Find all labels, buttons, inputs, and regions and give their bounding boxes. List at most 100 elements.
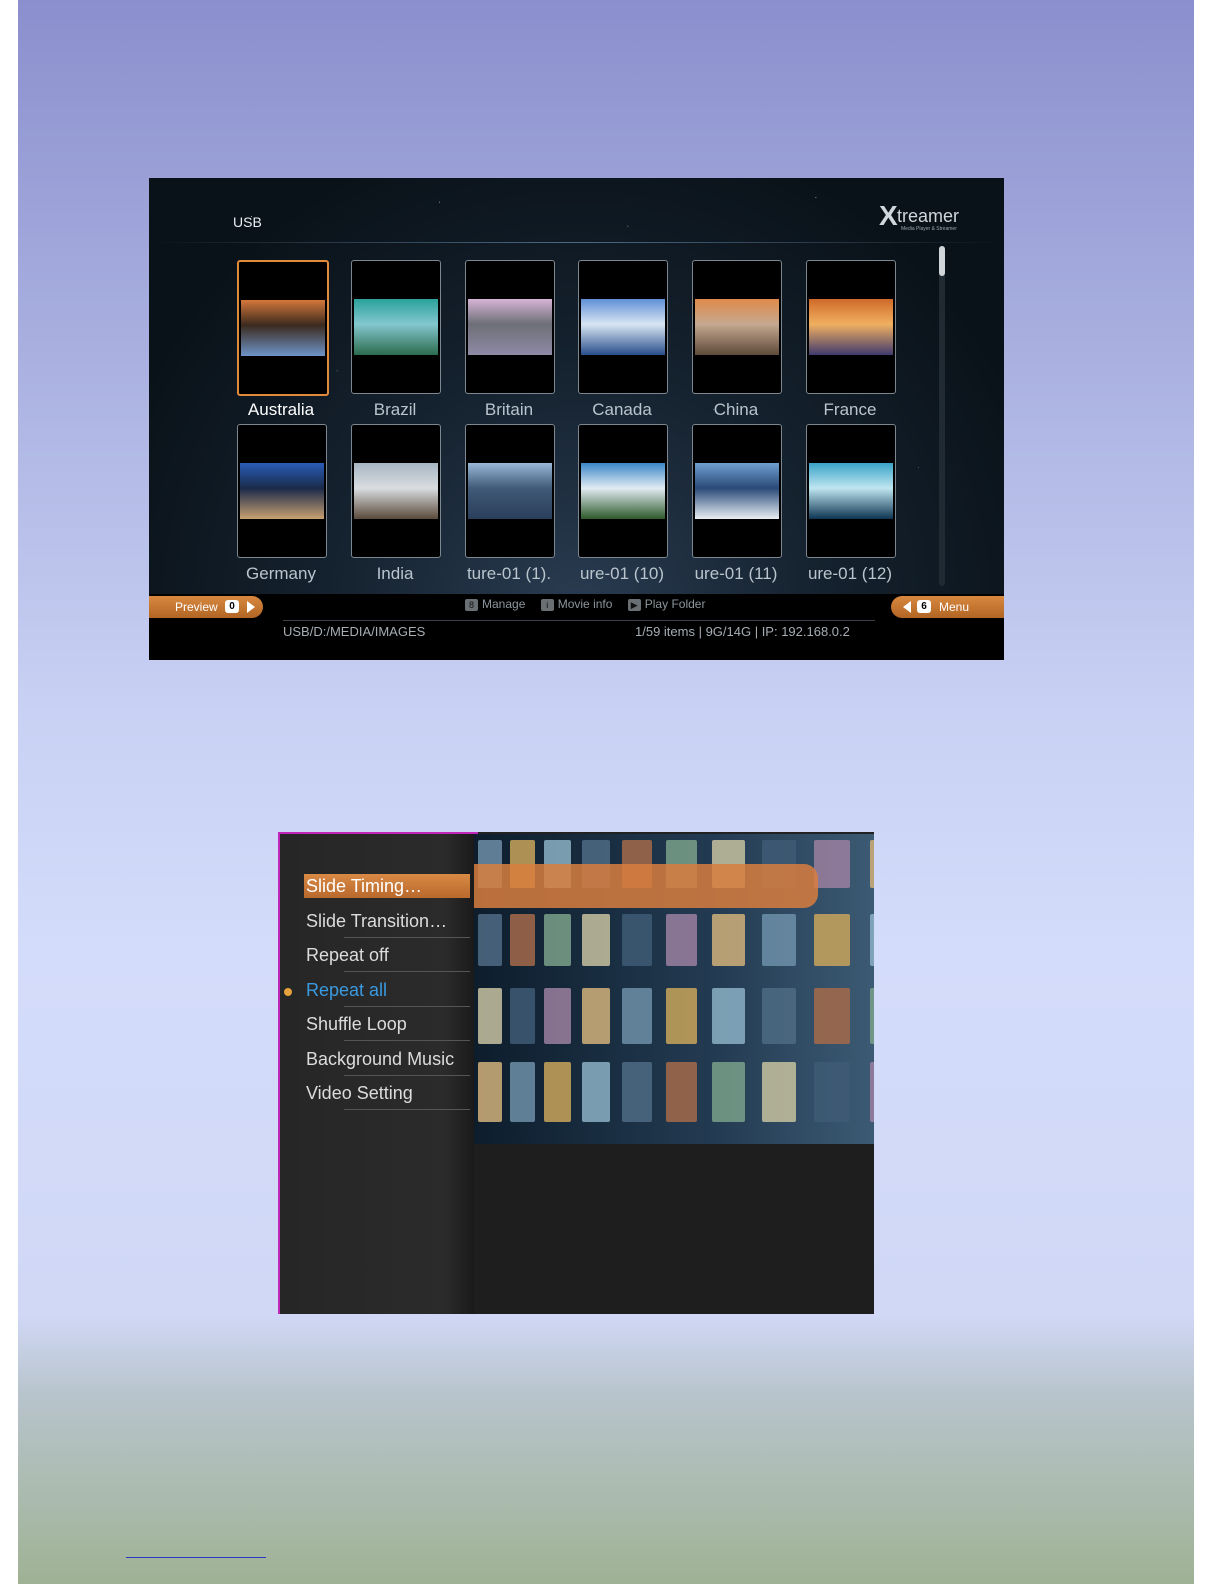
hint-manage: 8 Manage <box>465 597 529 611</box>
menu-item-label: Repeat all <box>306 979 388 1000</box>
folder-tile[interactable] <box>692 424 782 558</box>
folder-thumbnail <box>809 463 893 519</box>
poster-thumbnail <box>761 1062 796 1122</box>
folder-tile[interactable] <box>351 424 441 558</box>
folder-thumbnail <box>581 299 665 355</box>
footnote-link-underline[interactable] <box>126 1557 266 1558</box>
menu-button[interactable]: 6 Menu <box>891 596 1004 618</box>
folder-thumbnail <box>809 299 893 355</box>
folder-tile[interactable] <box>237 424 327 558</box>
poster-thumbnail <box>712 914 745 966</box>
preview-lower-area <box>474 1144 874 1314</box>
menu-separator <box>344 1074 470 1076</box>
folder-label: Canada <box>592 400 652 419</box>
poster-thumbnail <box>869 840 874 888</box>
folder-label: Germany <box>246 564 316 583</box>
folder-thumbnail <box>468 299 552 355</box>
poster-thumbnail <box>814 1062 850 1122</box>
xtreamer-logo: X treamer Media Player & Streamer <box>879 200 979 234</box>
menu-item[interactable]: Slide Transition… <box>304 907 470 938</box>
logo-mark: X <box>879 200 898 231</box>
scrollbar-thumb[interactable] <box>939 246 945 276</box>
poster-thumbnail <box>509 988 535 1044</box>
menu-item[interactable]: Repeat all <box>284 976 470 1007</box>
hint-label-play-folder: Play Folder <box>644 597 706 611</box>
folder-tile[interactable] <box>465 260 555 394</box>
menu-item[interactable]: Video Setting <box>304 1079 470 1110</box>
folder-tile[interactable] <box>806 424 896 558</box>
folder-tile[interactable] <box>351 260 441 394</box>
poster-thumbnail <box>665 914 697 966</box>
hint-key-play: ▶ <box>627 599 641 611</box>
folder-label: Brazil <box>373 400 417 419</box>
poster-thumbnail <box>712 988 745 1044</box>
folder-label: ure-01 (11) <box>694 564 778 583</box>
preview-label: Preview <box>175 600 218 614</box>
poster-thumbnail <box>478 914 502 966</box>
hint-play-folder: ▶ Play Folder <box>627 597 706 611</box>
folder-thumbnail <box>354 299 438 355</box>
menu-item-label: Background Music <box>306 1048 455 1069</box>
menu-item[interactable]: Background Music <box>304 1045 470 1076</box>
vertical-scrollbar[interactable] <box>939 246 945 586</box>
menu-separator <box>344 1040 470 1041</box>
menu-item-label: Video Setting <box>306 1083 413 1103</box>
folder-tile[interactable] <box>578 260 668 394</box>
hint-movie-info: i Movie info <box>540 597 616 611</box>
poster-thumbnail <box>509 1062 535 1122</box>
preview-button[interactable]: Preview 0 <box>149 596 263 618</box>
menu-separator <box>344 971 470 972</box>
folder-label: ure-01 (12) <box>807 564 893 583</box>
arrow-right-icon <box>247 601 255 613</box>
poster-thumbnail <box>581 988 610 1044</box>
menu-label: Menu <box>939 600 970 614</box>
poster-thumbnail <box>814 988 850 1044</box>
poster-thumbnail <box>544 988 571 1044</box>
frame-border-left <box>278 832 280 1314</box>
menu-item-label: Repeat off <box>306 945 389 965</box>
folder-label: France <box>823 400 877 419</box>
folder-tile[interactable] <box>692 260 782 394</box>
folder-tile[interactable] <box>578 424 668 558</box>
folder-label: India <box>376 564 414 583</box>
poster-thumbnail <box>665 1062 697 1122</box>
poster-thumbnail <box>622 1062 652 1122</box>
folder-grid: Australia Brazil Britain Canada China France G… <box>237 260 897 590</box>
slideshow-menu-screenshot: Slide Timing… Slide Transition… Repeat off… <box>278 832 874 1314</box>
folder-label: ure-01 (10) <box>579 564 665 583</box>
header-divider <box>149 242 1004 243</box>
poster-thumbnail <box>544 1062 571 1122</box>
hint-label-movie-info: Movie info <box>557 597 613 611</box>
poster-thumbnail <box>509 914 535 966</box>
frame-border-top <box>278 832 478 834</box>
poster-thumbnail <box>544 914 571 966</box>
selection-highlight-bar <box>474 864 818 908</box>
hint-key-info: i <box>540 599 554 611</box>
status-info: 1/59 items | 9G/14G | IP: 192.168.0.2 <box>635 624 850 639</box>
current-path: USB/D:/MEDIA/IMAGES <box>283 624 426 639</box>
button-hints: 8 Manage i Movie info ▶ Play Folder <box>465 597 705 615</box>
arrow-left-icon <box>903 601 911 613</box>
folder-tile[interactable] <box>465 424 555 558</box>
poster-thumbnail <box>712 1062 745 1122</box>
poster-thumbnail <box>761 988 796 1044</box>
poster-thumbnail <box>581 914 610 966</box>
menu-separator <box>344 936 470 938</box>
folder-thumbnail <box>581 463 665 519</box>
menu-item[interactable]: Slide Timing… <box>304 872 470 902</box>
menu-item[interactable]: Repeat off <box>304 941 470 972</box>
menu-item[interactable]: Shuffle Loop <box>304 1010 470 1041</box>
poster-thumbnail <box>761 914 796 966</box>
poster-thumbnail <box>665 988 697 1044</box>
poster-thumbnail <box>622 988 652 1044</box>
preview-key: 0 <box>225 600 239 613</box>
folder-tile[interactable] <box>806 260 896 394</box>
poster-thumbnail <box>478 988 502 1044</box>
poster-thumbnail <box>869 1062 874 1122</box>
folder-tile[interactable] <box>237 260 329 396</box>
xtreamer-browser-screenshot: USB X treamer Media Player & Streamer Au… <box>149 178 1004 660</box>
folder-thumbnail <box>695 299 779 355</box>
menu-separator <box>344 1005 470 1007</box>
footer-bar: Preview 0 8 Manage i Movie info ▶ Play Fold… <box>149 594 1004 660</box>
folder-thumbnail <box>468 463 552 519</box>
